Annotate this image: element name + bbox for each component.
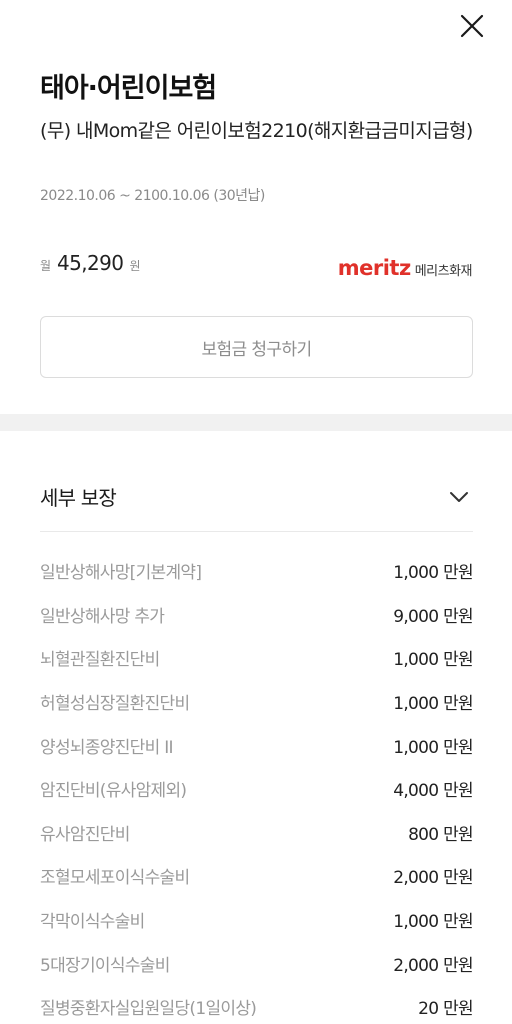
product-name: (무) 내Mom같은 어린이보험2210(해지환급금미지급형)	[40, 120, 473, 142]
coverage-row: 암진단비(유사암제외) 4,000 만원	[40, 767, 474, 811]
coverage-name: 뇌혈관질환진단비	[40, 650, 160, 671]
coverage-amount: 20 만원	[418, 999, 474, 1020]
coverage-section-title: 세부 보장	[40, 486, 117, 510]
coverage-amount: 2,000 만원	[393, 955, 473, 976]
coverage-amount: 1,000 만원	[393, 563, 473, 584]
coverage-row: 5대장기이식수술비 2,000 만원	[40, 941, 474, 985]
coverage-row: 양성뇌종양진단비 II 1,000 만원	[40, 723, 474, 767]
coverage-amount: 2,000 만원	[393, 868, 473, 889]
insurer-logo-word: meritz	[337, 256, 411, 280]
premium-amount: 45,290	[57, 251, 124, 275]
insurer-logo: meritz 메리츠화재	[337, 256, 473, 280]
coverage-name: 유사암진단비	[40, 824, 130, 845]
coverage-name: 암진단비(유사암제외)	[40, 781, 187, 802]
coverage-name: 조혈모세포이식수술비	[40, 868, 190, 889]
monthly-premium: 월 45,290 원	[40, 251, 140, 275]
premium-suffix: 원	[129, 259, 141, 273]
coverage-name: 일반상해사망 추가	[40, 606, 165, 627]
insurance-detail-page: 태아·어린이보험 (무) 내Mom같은 어린이보험2210(해지환급금미지급형)…	[0, 0, 512, 1024]
premium-prefix: 월	[40, 259, 52, 273]
coverage-name: 양성뇌종양진단비 II	[40, 737, 174, 758]
coverage-row: 일반상해사망[기본계약] 1,000 만원	[40, 549, 474, 593]
coverage-row: 허혈성심장질환진단비 1,000 만원	[40, 680, 474, 724]
coverage-name: 각막이식수술비	[40, 912, 145, 933]
coverage-details-toggle[interactable]: 세부 보장	[40, 470, 473, 532]
coverage-amount: 9,000 만원	[393, 606, 473, 627]
insurer-name: 메리츠화재	[414, 264, 473, 279]
coverage-amount: 1,000 만원	[393, 912, 473, 933]
coverage-list: 일반상해사망[기본계약] 1,000 만원 일반상해사망 추가 9,000 만원…	[40, 549, 474, 1024]
coverage-row: 유사암진단비 800 만원	[40, 811, 474, 855]
coverage-name: 5대장기이식수술비	[40, 955, 170, 976]
coverage-amount: 4,000 만원	[393, 781, 473, 802]
product-category-title: 태아·어린이보험	[40, 73, 217, 104]
claim-insurance-button[interactable]: 보험금 청구하기	[40, 316, 473, 378]
coverage-row: 뇌혈관질환진단비 1,000 만원	[40, 636, 474, 680]
coverage-name: 일반상해사망[기본계약]	[40, 563, 202, 584]
close-button[interactable]	[456, 10, 488, 42]
contract-period: 2022.10.06 ~ 2100.10.06 (30년납)	[40, 188, 265, 204]
coverage-row: 질병중환자실입원일당(1일이상) 20 만원	[40, 985, 474, 1024]
coverage-row: 각막이식수술비 1,000 만원	[40, 898, 474, 942]
chevron-down-icon	[447, 485, 471, 509]
coverage-row: 일반상해사망 추가 9,000 만원	[40, 593, 474, 637]
coverage-name: 허혈성심장질환진단비	[40, 694, 190, 715]
coverage-amount: 1,000 만원	[393, 694, 473, 715]
coverage-amount: 1,000 만원	[393, 650, 473, 671]
coverage-amount: 1,000 만원	[393, 737, 473, 758]
coverage-amount: 800 만원	[408, 824, 474, 845]
coverage-name: 질병중환자실입원일당(1일이상)	[40, 999, 257, 1020]
close-icon	[460, 14, 484, 38]
coverage-row: 조혈모세포이식수술비 2,000 만원	[40, 854, 474, 898]
section-divider	[0, 414, 512, 431]
